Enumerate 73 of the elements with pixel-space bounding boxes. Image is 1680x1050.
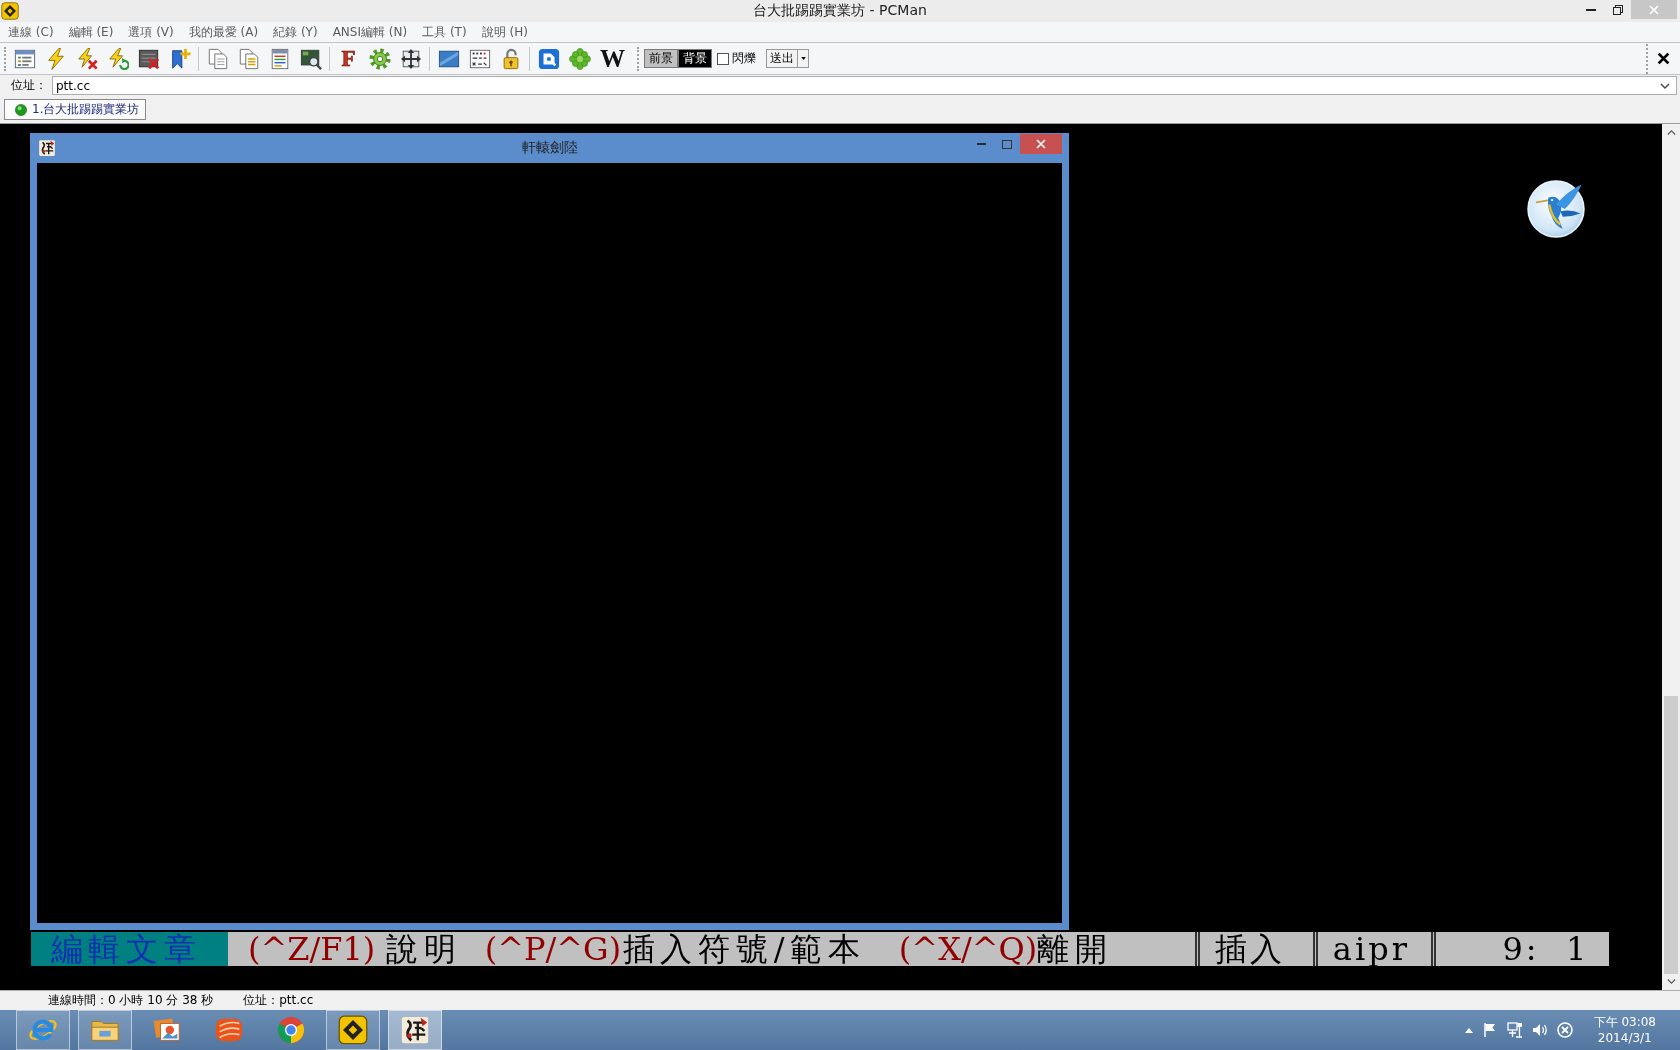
maximize-icon[interactable] <box>1002 139 1012 149</box>
taskbar-button[interactable] <box>326 1010 380 1050</box>
menu-item[interactable]: 選項 (V) <box>128 23 174 41</box>
flower-icon[interactable] <box>568 47 591 70</box>
calligraphy-icon <box>38 139 56 157</box>
screen-cross-icon[interactable] <box>137 47 160 70</box>
x-circle-icon[interactable] <box>1556 1022 1573 1038</box>
address-field[interactable]: ptt.cc <box>52 76 1677 95</box>
scroll-up-icon[interactable] <box>1666 130 1676 135</box>
clock-date[interactable]: 2014/3/1 <box>1597 1030 1652 1046</box>
calligraphy-icon <box>400 1015 430 1045</box>
status-field: aipr <box>1313 932 1432 966</box>
lightning-arrows-icon[interactable] <box>106 47 129 70</box>
shortcut-label: 說明 <box>386 932 463 966</box>
menu-item[interactable]: ANSI編輯 (N) <box>332 23 408 41</box>
menu-item[interactable]: 說明 (H) <box>481 23 528 41</box>
menu-item[interactable]: 編輯 (E) <box>68 23 114 41</box>
blink-label: 閃爍 <box>732 50 756 67</box>
screen-magnifier-icon[interactable] <box>299 47 322 70</box>
send-button[interactable]: 送出 <box>766 49 798 68</box>
status-text: 連線時間：0 小時 10 分 38 秒 <box>48 992 214 1009</box>
game-window-title: 軒轅劍陸 <box>521 139 578 157</box>
restore-icon[interactable] <box>1612 4 1623 15</box>
menu-item[interactable]: 我的最愛 (A) <box>188 23 259 41</box>
rounded-tile-icon[interactable] <box>537 47 560 70</box>
move-arrows-icon[interactable] <box>399 47 422 70</box>
symbols-grid-icon[interactable] <box>468 47 491 70</box>
menu-item[interactable]: 紀錄 (Y) <box>273 23 318 41</box>
chevron-down-icon[interactable] <box>1660 82 1670 89</box>
status-field: 插入 <box>1194 932 1314 966</box>
status-text: 位址：ptt.cc <box>243 992 314 1009</box>
blink-checkbox[interactable] <box>717 52 729 65</box>
close-icon[interactable] <box>1657 52 1670 65</box>
color-button[interactable]: 背景 <box>678 49 712 68</box>
close-icon <box>1649 4 1659 15</box>
paste-icon[interactable] <box>237 47 260 70</box>
hummingbird-icon <box>1527 180 1585 238</box>
session-tab[interactable]: 1.台大批踢踢實業坊 <box>4 99 147 120</box>
letter-tool[interactable]: F <box>337 47 360 70</box>
menu-item[interactable]: 連線 (C) <box>8 23 54 41</box>
speaker-icon[interactable] <box>1531 1022 1548 1038</box>
address-label: 位址： <box>11 77 48 94</box>
window-title: 台大批踢踢實業坊 - PCMan <box>753 2 927 20</box>
taskbar-button[interactable] <box>388 1010 442 1050</box>
minimize-icon[interactable] <box>1585 8 1596 11</box>
shortcut-label: 插入符號/範本 <box>622 932 867 966</box>
caret-up-icon[interactable] <box>1464 1027 1473 1033</box>
close-button[interactable] <box>1020 134 1062 154</box>
flag-icon[interactable] <box>1481 1022 1498 1038</box>
site-list-icon[interactable] <box>13 47 36 70</box>
menu-item[interactable]: 工具 (T) <box>422 23 467 41</box>
clock-time[interactable]: 下午 03:08 <box>1593 1014 1656 1030</box>
segmented-circle-icon <box>276 1015 306 1045</box>
caret-icon <box>800 57 806 60</box>
shortcut-keys: (^Z/F1) <box>247 932 387 966</box>
close-icon <box>1036 139 1046 149</box>
scroll-down-icon[interactable] <box>1666 979 1676 984</box>
app-logo-icon <box>338 1015 368 1045</box>
scrollbar[interactable] <box>1662 124 1680 990</box>
letter-tool[interactable]: W <box>599 47 626 70</box>
dropdown-button[interactable] <box>798 49 809 68</box>
copy-icon[interactable] <box>206 47 229 70</box>
shortcut-label: 離開 <box>1036 932 1114 966</box>
settings-icon[interactable] <box>368 47 391 70</box>
scroll-thumb[interactable] <box>1664 696 1678 974</box>
shortcut-keys: (^P/^G) <box>484 932 623 966</box>
status-field: 9: 1 <box>1431 932 1609 966</box>
color-button[interactable]: 前景 <box>644 49 678 68</box>
lightning-cross-icon[interactable] <box>75 47 98 70</box>
app-logo-icon <box>1 2 19 20</box>
editor-mode-label: 編輯文章 <box>31 932 229 966</box>
shortcut-keys: (^X/^Q) <box>898 932 1037 966</box>
network-icon[interactable] <box>1506 1022 1523 1038</box>
